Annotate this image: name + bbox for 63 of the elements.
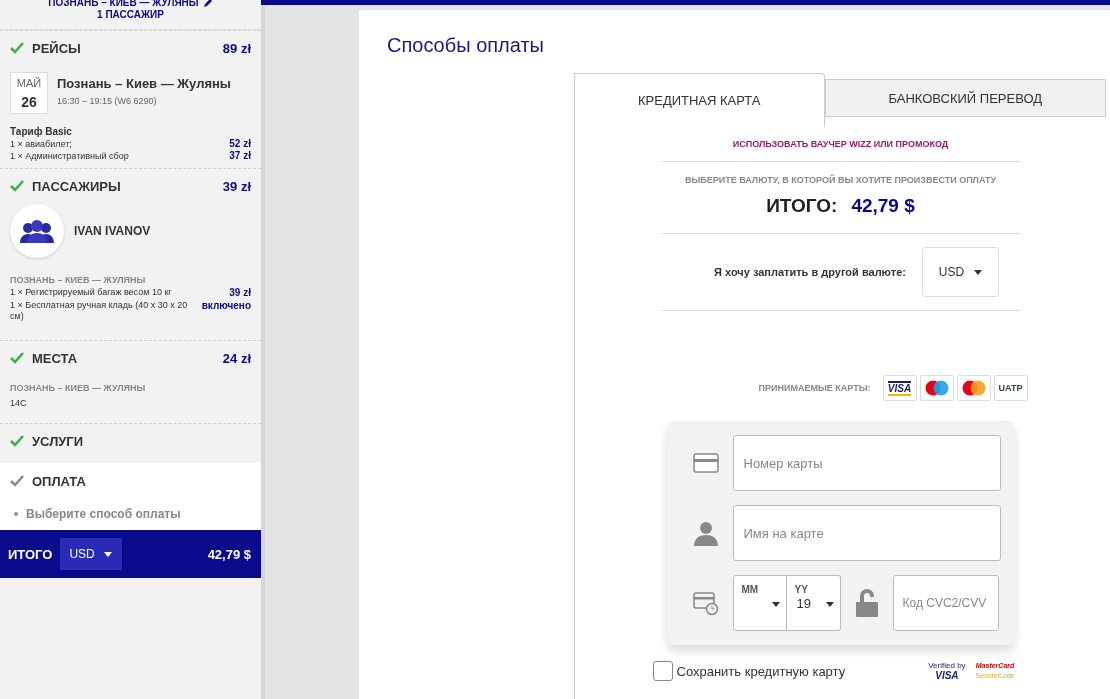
currency-label: Я хочу заплатить в другой валюте: [714, 266, 906, 278]
currency-select[interactable]: USD [60, 538, 123, 570]
currency-select[interactable]: USD [921, 247, 999, 297]
caret-icon [771, 602, 780, 607]
section-title: УСЛУГИ [32, 433, 85, 449]
verified-by-visa-logo: Verified by VISA [928, 661, 966, 681]
pencil-icon[interactable] [202, 0, 213, 8]
payment-tab[interactable]: БАНКОВСКИЙ ПЕРЕВОД [824, 79, 1106, 117]
payment-hint: Выберите способ оплаты [26, 507, 181, 521]
passenger-count: 1 ПАССАЖИР [97, 9, 164, 21]
section-title: МЕСТА [32, 350, 79, 366]
total-label: ИТОГО: [766, 195, 838, 217]
checkbox[interactable] [652, 661, 673, 681]
mastercard-logo [956, 375, 991, 401]
date-day: 26 [21, 94, 37, 110]
item-price: 39 zł [229, 287, 251, 299]
caret-icon [974, 269, 983, 275]
seat-number: 14C [10, 397, 28, 409]
section-price: 24 zł [222, 350, 251, 366]
total-amount: 42,79 $ [851, 195, 915, 217]
date-month: МАЙ [16, 77, 42, 89]
person-icon [692, 520, 719, 546]
passenger-name: IVAN IVANOV [74, 224, 151, 238]
credit-card-icon [692, 453, 719, 473]
uatp-logo: UATP [993, 375, 1028, 401]
section-title: РЕЙСЫ [32, 40, 82, 56]
currency-prompt: ВЫБЕРИТЕ ВАЛЮТУ, В КОТОРОЙ ВЫ ХОТИТЕ ПРОИЗВЕСТИ ОПЛАТУ [684, 175, 997, 185]
route-label: ПОЗНАНЬ – КИЕВ — ЖУЛЯНЫ [10, 274, 147, 286]
section-price: 39 zł [222, 178, 251, 194]
bullet-icon [14, 512, 18, 516]
route-label: ПОЗНАНЬ – КИЕВ — ЖУЛЯНЫ [10, 382, 147, 394]
year-select[interactable]: YY 19 [786, 575, 841, 631]
maestro-logo [919, 375, 954, 401]
page-title: Способы оплаты [387, 34, 545, 57]
cvc-field[interactable]: Код CVC2/CVV [892, 575, 999, 631]
flight-route: Познань – Киев — Жуляны [57, 76, 231, 91]
voucher-link[interactable]: ИСПОЛЬЗОВАТЬ ВАУЧЕР WIZZ ИЛИ ПРОМОКОД [732, 139, 949, 149]
card-clock-icon [692, 591, 719, 615]
item-label: 1 × Бесплатная ручная кладь (40 x 30 x 20 см) [10, 300, 189, 322]
flight-time: 16:30 – 19:15 (W6 6290) [57, 95, 158, 107]
visa-logo: VISA [882, 375, 917, 401]
fee-price: 37 zł [229, 150, 251, 162]
fare-name: Тариф Basic [10, 126, 73, 138]
item-label: 1 × Регистрируемый багаж весом 10 кг [10, 287, 172, 299]
caret-icon [825, 602, 834, 607]
accepted-cards-label: ПРИНИМАЕМЫЕ КАРТЫ: [758, 383, 871, 393]
section-title: ПАССАЖИРЫ [32, 178, 122, 194]
month-select[interactable]: MM [732, 575, 787, 631]
padlock-icon [854, 588, 879, 618]
people-icon [19, 219, 55, 243]
total-amount: 42,79 $ [207, 546, 251, 562]
total-label: ИТОГО [8, 546, 53, 562]
item-price: включено [201, 300, 251, 313]
name-field[interactable]: Имя на карте [732, 505, 1001, 561]
fee-label: 1 × авиабилет; [10, 138, 72, 150]
fee-label: 1 × Административный сбор [10, 150, 129, 162]
section-title: ОПЛАТА [32, 473, 87, 489]
fee-price: 52 zł [229, 138, 251, 150]
save-card-label: Сохранить кредитную карту [676, 663, 846, 679]
caret-icon [104, 551, 113, 557]
payment-tab[interactable]: КРЕДИТНАЯ КАРТА [575, 73, 825, 127]
section-price: 89 zł [222, 40, 251, 56]
card-number-field[interactable]: Номер карты [732, 435, 1001, 491]
